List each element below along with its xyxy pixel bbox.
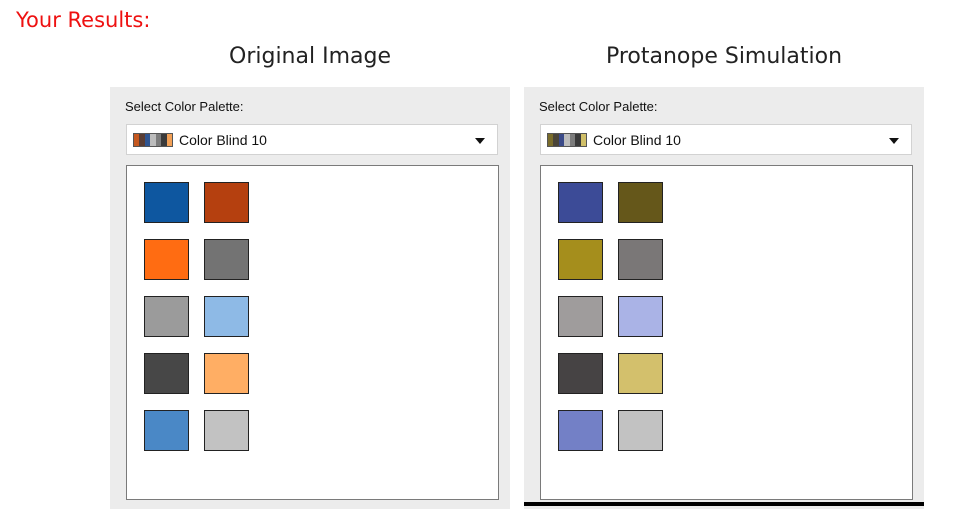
color-swatch-2 — [204, 182, 249, 223]
color-swatch-1 — [144, 182, 189, 223]
thumb-color-7 — [580, 134, 586, 146]
color-swatch-8 — [204, 353, 249, 394]
color-swatch-4 — [618, 239, 663, 280]
color-swatch-6 — [618, 296, 663, 337]
palette-thumbnail-icon — [547, 133, 587, 147]
color-swatch-6 — [204, 296, 249, 337]
chevron-down-icon[interactable] — [889, 138, 899, 144]
color-swatch-10 — [618, 410, 663, 451]
original-palette-panel: Select Color Palette: Color Blind 10 — [110, 87, 510, 509]
select-color-palette-label: Select Color Palette: — [125, 99, 244, 114]
results-heading: Your Results: — [16, 8, 151, 32]
color-swatch-3 — [558, 239, 603, 280]
color-swatch-10 — [204, 410, 249, 451]
color-palette-dropdown[interactable]: Color Blind 10 — [540, 124, 912, 155]
protanope-simulation-title: Protanope Simulation — [605, 44, 843, 69]
color-swatch-9 — [144, 410, 189, 451]
swatch-grid — [540, 165, 913, 500]
protanope-palette-panel: Select Color Palette: Color Blind 10 — [524, 87, 924, 509]
color-swatch-7 — [144, 353, 189, 394]
color-palette-dropdown[interactable]: Color Blind 10 — [126, 124, 498, 155]
chevron-down-icon[interactable] — [475, 138, 485, 144]
color-swatch-9 — [558, 410, 603, 451]
thumb-color-7 — [166, 134, 172, 146]
color-swatch-4 — [204, 239, 249, 280]
color-swatch-5 — [144, 296, 189, 337]
dropdown-selected-value: Color Blind 10 — [593, 132, 681, 148]
swatch-grid — [126, 165, 499, 500]
bottom-divider — [524, 502, 924, 506]
color-swatch-7 — [558, 353, 603, 394]
color-swatch-1 — [558, 182, 603, 223]
color-swatch-8 — [618, 353, 663, 394]
original-image-title: Original Image — [229, 44, 391, 69]
color-swatch-3 — [144, 239, 189, 280]
palette-thumbnail-icon — [133, 133, 173, 147]
color-swatch-2 — [618, 182, 663, 223]
dropdown-selected-value: Color Blind 10 — [179, 132, 267, 148]
color-swatch-5 — [558, 296, 603, 337]
select-color-palette-label: Select Color Palette: — [539, 99, 658, 114]
